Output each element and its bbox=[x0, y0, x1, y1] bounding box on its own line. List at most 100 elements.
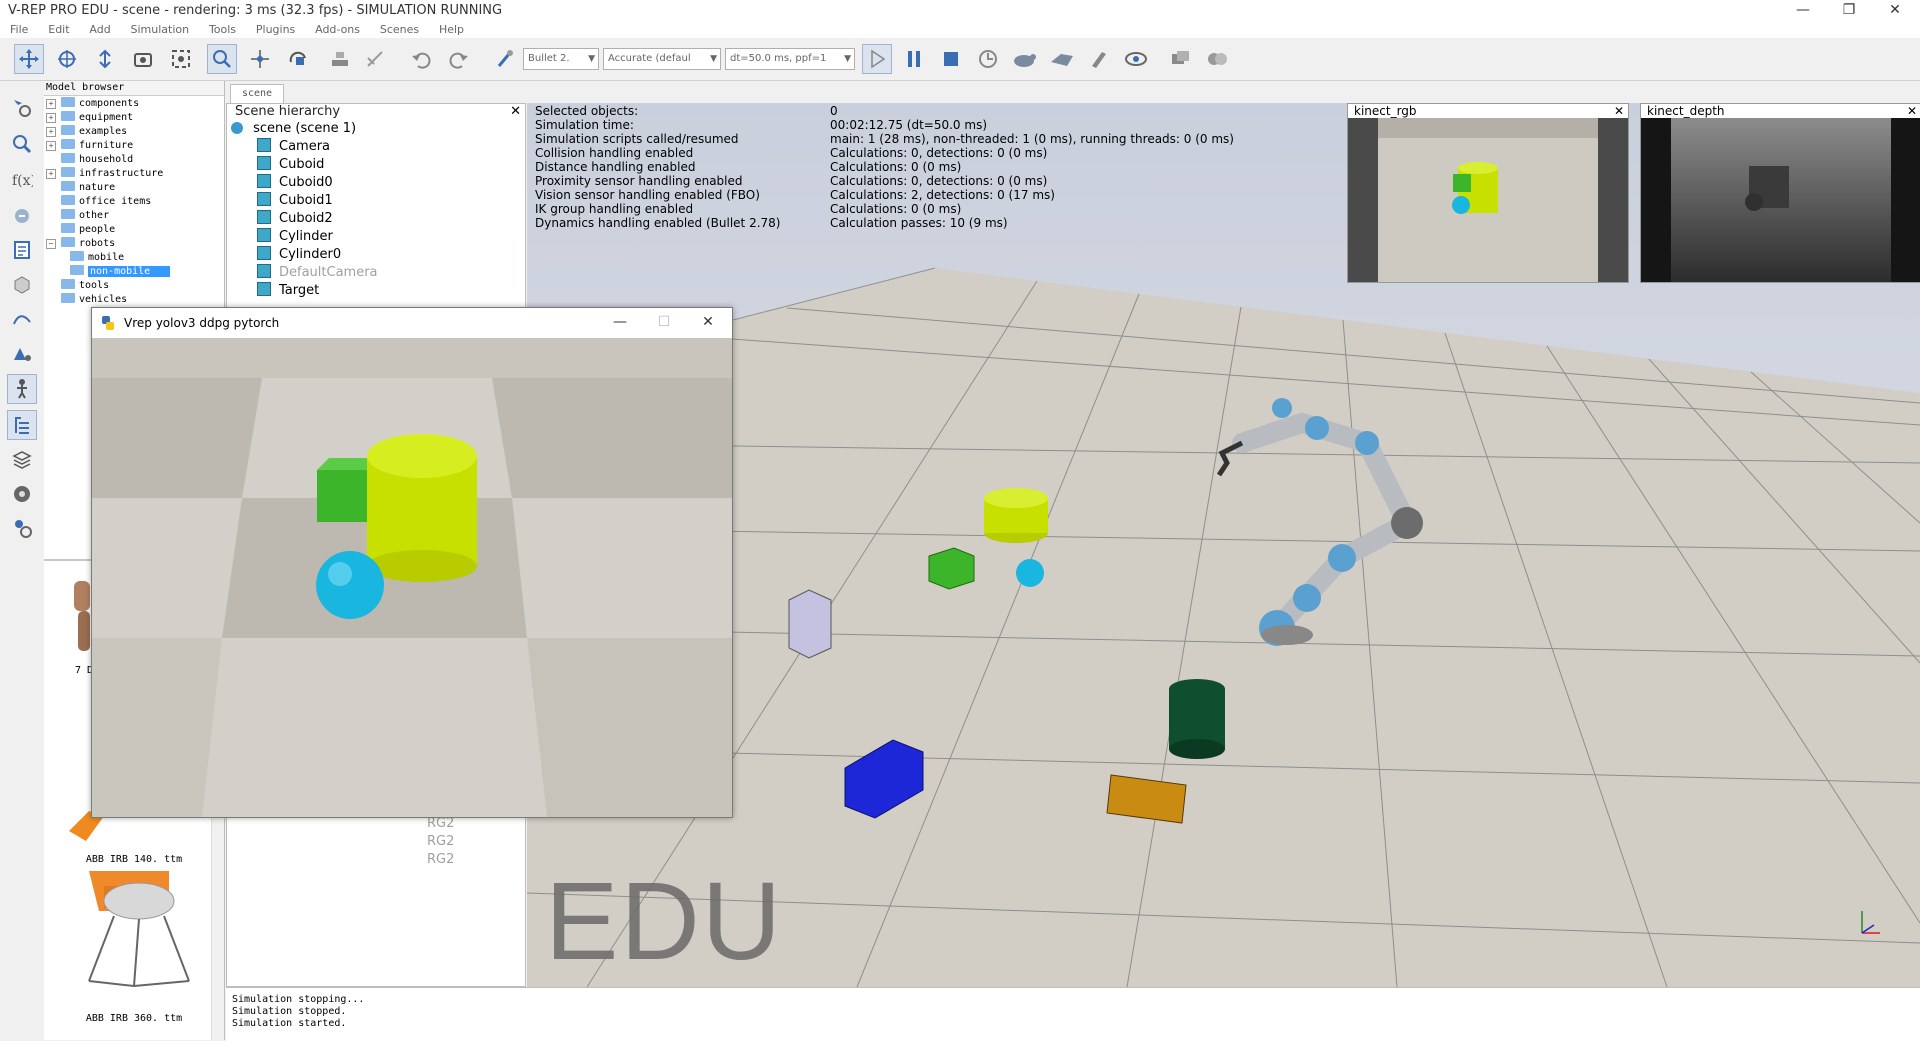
selection-icon[interactable] bbox=[7, 339, 37, 369]
script-icon[interactable] bbox=[7, 235, 37, 265]
faster-icon[interactable] bbox=[1047, 44, 1077, 74]
timestep-select[interactable]: dt=50.0 ms, ppf=1 ▼ bbox=[725, 48, 855, 70]
restore-button[interactable]: ❐ bbox=[1826, 0, 1872, 22]
dynamics-icon[interactable] bbox=[490, 44, 520, 74]
slower-icon[interactable] bbox=[1010, 44, 1040, 74]
minimize-button[interactable]: — bbox=[1780, 0, 1826, 22]
model-browser-item[interactable]: + infrastructure bbox=[46, 167, 163, 181]
hierarchy-item[interactable]: Cuboid1 bbox=[257, 192, 333, 210]
menu-edit[interactable]: Edit bbox=[48, 22, 69, 38]
hierarchy-item[interactable]: RG2 bbox=[427, 833, 454, 851]
camera-shift-icon[interactable] bbox=[90, 44, 120, 74]
shape-icon bbox=[257, 228, 271, 242]
stat-label: IK group handling enabled bbox=[535, 202, 694, 216]
model-browser-item[interactable]: + furniture bbox=[46, 139, 133, 153]
hierarchy-item[interactable]: Cuboid0 bbox=[257, 174, 333, 192]
shape-icon bbox=[257, 282, 271, 296]
model-browser-item[interactable]: +people bbox=[46, 223, 115, 237]
model-browser-item[interactable]: +office items bbox=[46, 195, 151, 209]
status-console[interactable]: Simulation stopping... Simulation stoppe… bbox=[226, 987, 1920, 1041]
python-app-window[interactable]: Vrep yolov3 ddpg pytorch — ☐ ✕ bbox=[91, 307, 733, 818]
camera-rotate-icon[interactable] bbox=[52, 44, 82, 74]
accuracy-select[interactable]: Accurate (defaul ▼ bbox=[603, 48, 721, 70]
expand-icon[interactable]: + bbox=[46, 169, 56, 179]
scene-hierarchy-icon[interactable] bbox=[7, 410, 37, 440]
model-browser-item[interactable]: +other bbox=[46, 209, 109, 223]
menu-help[interactable]: Help bbox=[439, 22, 464, 38]
menu-add[interactable]: Add bbox=[89, 22, 110, 38]
simulation-stats: Selected objects: 0 Simulation time: 00:02:… bbox=[535, 104, 1234, 230]
menu-tools[interactable]: Tools bbox=[209, 22, 236, 38]
minimize-button[interactable]: — bbox=[598, 308, 642, 338]
camera-pan-icon[interactable] bbox=[14, 44, 44, 74]
menu-plugins[interactable]: Plugins bbox=[256, 22, 295, 38]
menu-file[interactable]: File bbox=[10, 22, 28, 38]
menu-scenes[interactable]: Scenes bbox=[380, 22, 419, 38]
click-select-icon[interactable] bbox=[207, 44, 237, 74]
object-rotate-icon[interactable] bbox=[283, 44, 313, 74]
model-browser-item[interactable]: +vehicles bbox=[46, 293, 127, 307]
visualization-toggle-icon[interactable] bbox=[1121, 44, 1151, 74]
hierarchy-item[interactable]: Cuboid2 bbox=[257, 210, 333, 228]
collapse-icon[interactable]: − bbox=[46, 239, 56, 249]
scene-page-icon[interactable] bbox=[1165, 44, 1195, 74]
model-browser-item[interactable]: + equipment bbox=[46, 111, 133, 125]
fit-to-view-icon[interactable] bbox=[166, 44, 196, 74]
video-recorder-icon[interactable] bbox=[7, 479, 37, 509]
scene-root[interactable]: scene (scene 1) bbox=[231, 120, 356, 138]
model-browser-item[interactable]: + examples bbox=[46, 125, 127, 139]
physics-engine-select[interactable]: Bullet 2. ▼ bbox=[523, 48, 599, 70]
close-icon[interactable]: ✕ bbox=[510, 104, 521, 119]
tab-scene[interactable]: scene bbox=[230, 84, 284, 104]
model-browser-item[interactable]: +nature bbox=[46, 181, 115, 195]
object-properties-icon[interactable] bbox=[7, 93, 37, 123]
object-shift-icon[interactable] bbox=[245, 44, 275, 74]
close-icon[interactable]: ✕ bbox=[1907, 104, 1917, 118]
model-browser-item[interactable]: +household bbox=[46, 153, 133, 167]
model-browser-icon[interactable] bbox=[7, 374, 37, 404]
expand-icon[interactable]: + bbox=[46, 141, 56, 151]
search-icon[interactable] bbox=[7, 129, 37, 159]
expand-icon[interactable]: + bbox=[46, 127, 56, 137]
threaded-rendering-icon[interactable] bbox=[1084, 44, 1114, 74]
menu-simulation[interactable]: Simulation bbox=[131, 22, 190, 38]
play-icon[interactable] bbox=[862, 44, 892, 74]
camera-zoom-icon[interactable] bbox=[128, 44, 158, 74]
expand-icon[interactable]: + bbox=[46, 113, 56, 123]
hierarchy-item[interactable]: Camera bbox=[257, 138, 330, 156]
close-button[interactable]: ✕ bbox=[686, 308, 730, 338]
function-icon[interactable]: f(x) bbox=[7, 165, 37, 195]
model-browser-item[interactable]: non-mobile bbox=[70, 265, 171, 279]
transfer-dna-icon[interactable] bbox=[360, 44, 390, 74]
layers-stack-icon[interactable] bbox=[7, 445, 37, 475]
close-button[interactable]: ✕ bbox=[1872, 0, 1918, 22]
expand-icon[interactable]: + bbox=[46, 99, 56, 109]
model-thumbnail[interactable] bbox=[84, 881, 194, 991]
pause-icon[interactable] bbox=[899, 44, 929, 74]
shape-edit-icon[interactable] bbox=[7, 269, 37, 299]
menu-addons[interactable]: Add-ons bbox=[315, 22, 360, 38]
hierarchy-item[interactable]: Cylinder0 bbox=[257, 246, 341, 264]
hierarchy-item[interactable]: DefaultCamera bbox=[257, 264, 378, 282]
calculation-modules-icon[interactable] bbox=[7, 201, 37, 231]
model-browser-item[interactable]: mobile bbox=[70, 251, 124, 265]
close-icon[interactable]: ✕ bbox=[1614, 104, 1624, 118]
hierarchy-item[interactable]: RG2 bbox=[427, 851, 454, 869]
path-edit-icon[interactable] bbox=[7, 303, 37, 333]
model-browser-item[interactable]: +tools bbox=[46, 279, 109, 293]
realtime-icon[interactable] bbox=[973, 44, 1003, 74]
hierarchy-item[interactable]: Target bbox=[257, 282, 319, 300]
stop-icon[interactable] bbox=[936, 44, 966, 74]
hierarchy-item[interactable]: Cylinder bbox=[257, 228, 333, 246]
user-settings-icon[interactable] bbox=[7, 513, 37, 543]
undo-icon[interactable] bbox=[406, 44, 436, 74]
redo-icon[interactable] bbox=[444, 44, 474, 74]
layers-icon[interactable] bbox=[1202, 44, 1232, 74]
model-browser-item[interactable]: − robots bbox=[46, 237, 115, 251]
hierarchy-item[interactable]: Cuboid bbox=[257, 156, 324, 174]
floating-view-kinect-rgb[interactable]: kinect_rgb ✕ bbox=[1347, 103, 1629, 283]
assemble-icon[interactable] bbox=[325, 44, 355, 74]
model-browser-item[interactable]: + components bbox=[46, 97, 139, 111]
floating-view-kinect-depth[interactable]: kinect_depth ✕ bbox=[1640, 103, 1920, 283]
maximize-button[interactable]: ☐ bbox=[642, 308, 686, 338]
